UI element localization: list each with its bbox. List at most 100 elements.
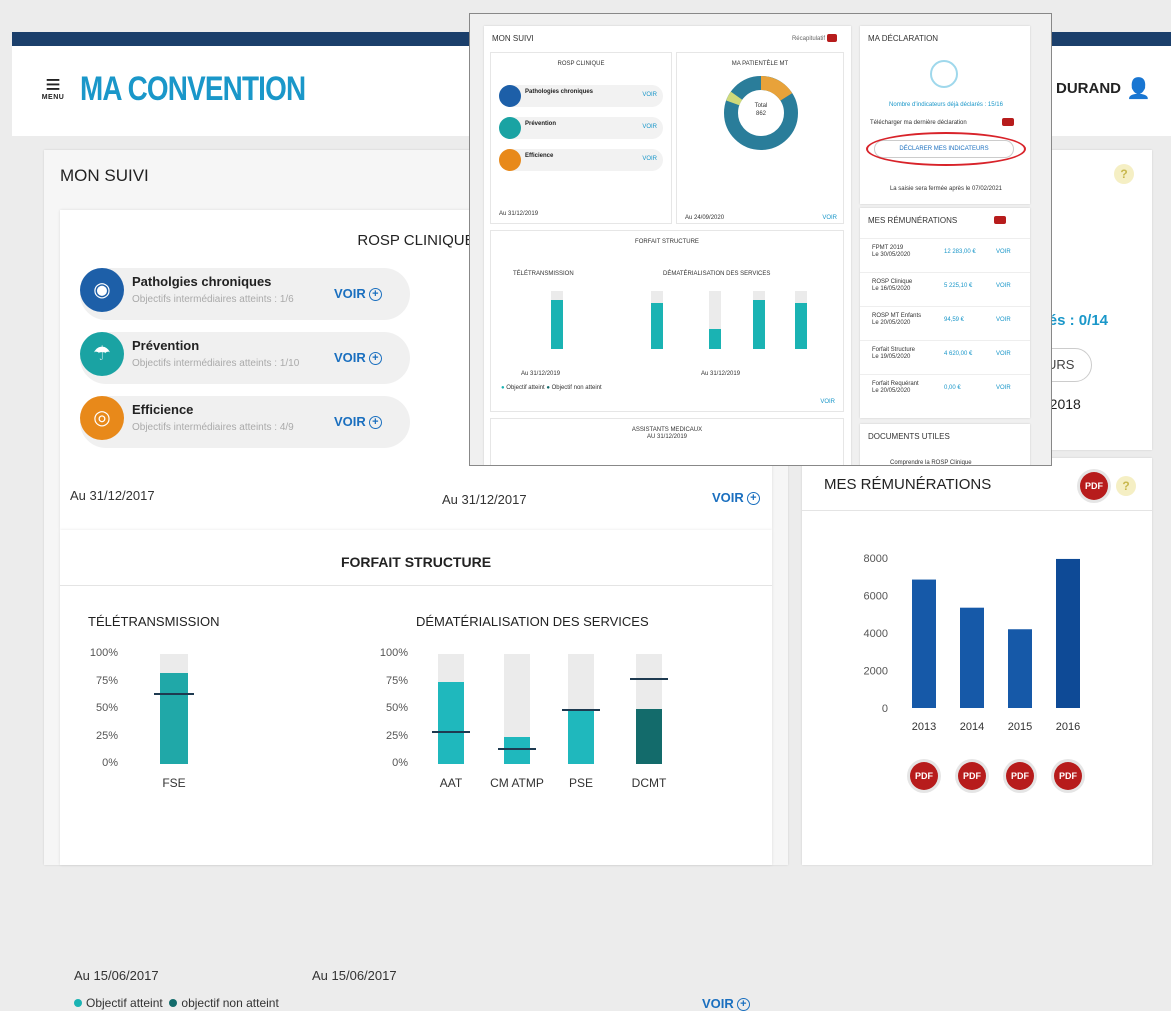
x-tick-label: 2014: [960, 721, 984, 733]
ov-declar-icon: [930, 60, 958, 88]
y-tick-label: 2000: [864, 666, 888, 678]
divider: [60, 585, 772, 586]
ov-bar-track: [709, 291, 721, 349]
plus-icon: +: [736, 998, 750, 1011]
rosp-item-label: Efficience: [132, 402, 194, 417]
voir-link[interactable]: VOIR +: [334, 286, 382, 301]
bar[interactable]: [1056, 558, 1080, 708]
ov-voir[interactable]: VOIR: [820, 399, 835, 405]
ov-mon-suivi: MON SUIVI Récapitulatif ROSP CLINIQUE Pa…: [484, 26, 851, 465]
ov-voir[interactable]: VOIR: [642, 156, 657, 162]
voir-link[interactable]: VOIR +: [334, 350, 382, 365]
ov-bar: [651, 302, 663, 349]
voir-label: VOIR: [712, 490, 744, 505]
ov-title: MON SUIVI: [492, 34, 534, 43]
forfait-card: FORFAIT STRUCTURE TÉLÉTRANSMISSION DÉMAT…: [60, 530, 772, 1011]
rosp-item[interactable]: ◎ Efficience Objectifs intermédiaires at…: [80, 396, 410, 448]
voir-link[interactable]: VOIR +: [334, 414, 382, 429]
legend-dot: [74, 999, 82, 1007]
pdf-icon[interactable]: PDF: [1006, 762, 1034, 790]
ov-pdf-icon[interactable]: [994, 216, 1006, 224]
rosp-item[interactable]: ☂ Prévention Objectifs intermédiaires at…: [80, 332, 410, 384]
plus-icon: +: [368, 352, 382, 365]
pdf-icon[interactable]: PDF: [910, 762, 938, 790]
ov-demat: DÉMATÉRIALISATION DES SERVICES: [663, 271, 771, 277]
x-tick-label: 2016: [1056, 721, 1080, 733]
bar[interactable]: [504, 736, 530, 764]
ov-pdf-icon[interactable]: [1002, 118, 1014, 126]
rosp-date-right: Au 31/12/2017: [442, 492, 527, 507]
ov-bar: [551, 299, 563, 349]
ov-voir[interactable]: VOIR: [996, 317, 1011, 323]
rosp-voir-link[interactable]: VOIR +: [712, 490, 760, 505]
ov-voir[interactable]: VOIR: [996, 385, 1011, 391]
x-tick-label: CM ATMP: [490, 776, 544, 790]
bar[interactable]: [438, 681, 464, 764]
rosp-date-left: Au 31/12/2017: [70, 488, 155, 503]
menu-button[interactable]: ≡ MENU: [38, 71, 68, 101]
plus-icon: +: [368, 416, 382, 429]
ov-assist: ASSISTANTS MEDICAUX AU 31/12/2019: [490, 418, 844, 465]
ov-remun-row: Forfait Structure Le 19/05/2020 4 620,00…: [860, 340, 1030, 370]
ov-voir[interactable]: VOIR: [822, 215, 837, 221]
brand-title: MA CONVENTION: [80, 70, 306, 108]
ov-assist-title: ASSISTANTS MEDICAUX: [631, 427, 703, 433]
rosp-item-sub: Objectifs intermédiaires atteints : 1/6: [132, 294, 294, 305]
ov-voir[interactable]: VOIR: [642, 92, 657, 98]
ov-rosp-item[interactable]: Pathologies chroniques VOIR: [499, 85, 663, 107]
ov-voir[interactable]: VOIR: [996, 351, 1011, 357]
ov-remun-row: ROSP Clinique Le 16/05/2020 5 225,10 € V…: [860, 272, 1030, 302]
ov-pdf-icon[interactable]: [827, 34, 837, 42]
axis-tick: 100%: [89, 647, 118, 659]
user-icon[interactable]: 👤: [1126, 76, 1151, 101]
ov-doc1[interactable]: Comprendre la ROSP Clinique: [890, 460, 972, 465]
plus-icon: +: [746, 492, 760, 505]
y-tick-label: 6000: [864, 591, 888, 603]
pdf-icon[interactable]: PDF: [1054, 762, 1082, 790]
ov-declaration: MA DÉCLARATION Nombre d'indicateurs déjà…: [860, 26, 1030, 204]
x-tick-label: PSE: [568, 776, 593, 790]
rosp-item-label: Patholgies chroniques: [132, 274, 272, 289]
demat-title: DÉMATÉRIALISATION DES SERVICES: [416, 614, 649, 629]
bar[interactable]: [912, 579, 936, 708]
ov-voir[interactable]: VOIR: [642, 124, 657, 130]
target-marker: [630, 678, 668, 681]
pdf-icon[interactable]: PDF: [1080, 472, 1108, 500]
ov-saisie: La saisie sera fermée après le 07/02/202…: [889, 186, 1003, 192]
target-marker: [562, 709, 600, 711]
ov-voir[interactable]: VOIR: [996, 283, 1011, 289]
ov-bar-track: [651, 291, 663, 349]
ov-rosp-item[interactable]: Efficience VOIR: [499, 149, 663, 171]
panel-title: MON SUIVI: [60, 166, 149, 185]
axis-tick: 25%: [95, 729, 118, 742]
forfait-voir-link[interactable]: VOIR +: [702, 996, 750, 1011]
bar[interactable]: [160, 672, 188, 764]
remunerations-chart: 8000 6000 4000 2000 0 2013 2014 2015 2016: [864, 553, 1081, 733]
axis-tick: 50%: [385, 702, 408, 714]
ov-rosp-item[interactable]: Prévention VOIR: [499, 117, 663, 139]
axis-tick: 100%: [379, 647, 408, 659]
voir-label: VOIR: [334, 350, 366, 365]
bar[interactable]: [1008, 629, 1032, 708]
help-icon[interactable]: ?: [1114, 164, 1134, 184]
ov-recap[interactable]: Récapitulatif: [792, 36, 825, 42]
plus-icon: +: [368, 288, 382, 301]
ov-telech[interactable]: Télécharger ma dernière déclaration: [870, 120, 967, 126]
rosp-item-sub: Objectifs intermédiaires atteints : 4/9: [132, 422, 294, 433]
x-tick-label: 2013: [912, 721, 936, 733]
voir-label: VOIR: [334, 286, 366, 301]
bar[interactable]: [960, 607, 984, 708]
pdf-icon[interactable]: PDF: [958, 762, 986, 790]
y-tick-label: 0: [882, 703, 888, 715]
help-icon[interactable]: ?: [1116, 476, 1136, 496]
ov-total-val: 862: [755, 111, 766, 117]
rosp-item[interactable]: ◉ Patholgies chroniques Objectifs interm…: [80, 268, 410, 320]
bar[interactable]: [568, 709, 594, 764]
axis-tick: 0%: [102, 757, 118, 769]
ov-forfait: FORFAIT STRUCTURE TÉLÉTRANSMISSION DÉMAT…: [490, 230, 844, 412]
eye-icon: ◉: [80, 268, 124, 312]
axis-tick: 75%: [385, 674, 408, 687]
ov-voir[interactable]: VOIR: [996, 249, 1011, 255]
demat-date: Au 15/06/2017: [312, 968, 397, 983]
bar[interactable]: [636, 709, 662, 764]
